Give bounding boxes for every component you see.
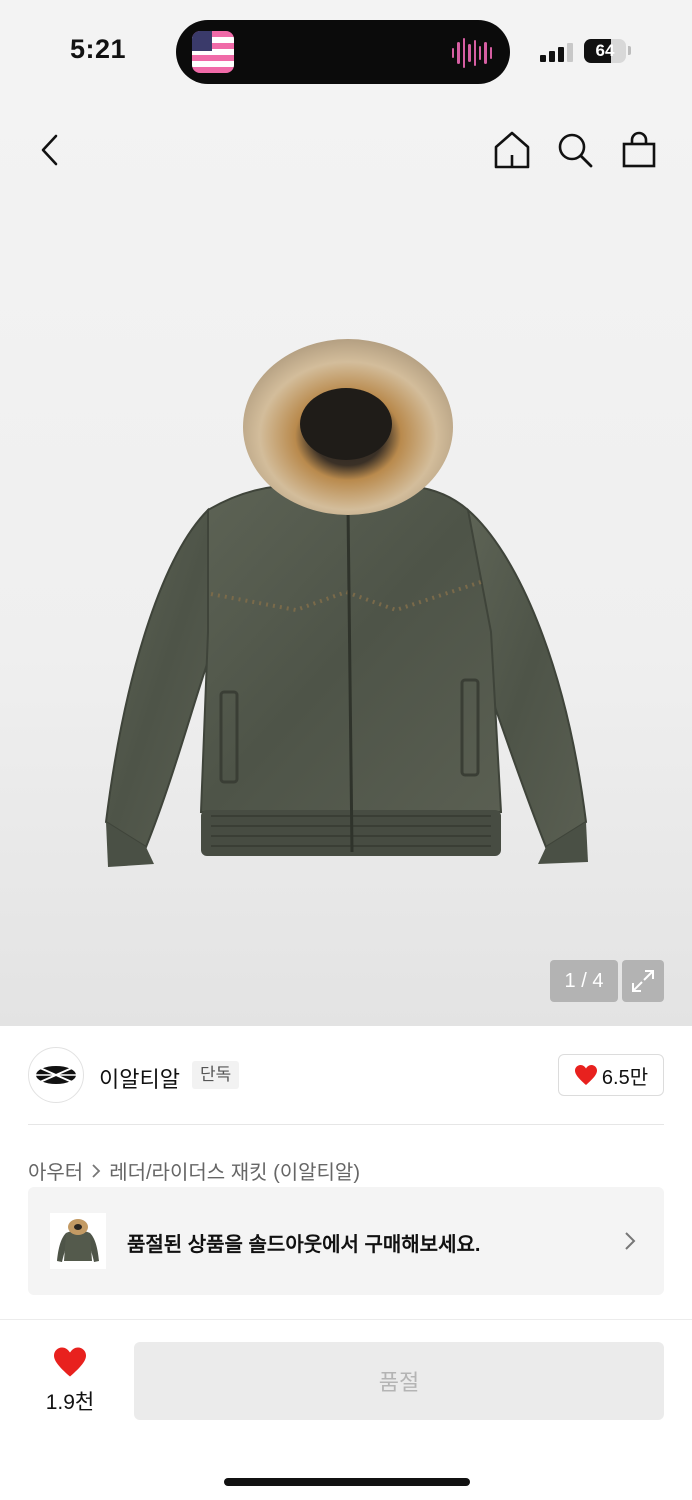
- cellular-signal-icon: [540, 42, 574, 62]
- back-button[interactable]: [26, 126, 74, 174]
- brand-logo-icon: [36, 1066, 76, 1084]
- wishlist-button[interactable]: 1.9천: [30, 1346, 110, 1416]
- image-counter: 1 / 4: [550, 960, 618, 1002]
- soldout-thumbnail: [50, 1213, 106, 1269]
- status-time: 5:21: [70, 34, 127, 64]
- product-gallery[interactable]: 1 / 4: [0, 100, 692, 1026]
- home-icon: [494, 131, 530, 169]
- heart-icon: [54, 1347, 86, 1377]
- status-bar: 5:21 64: [0, 0, 692, 100]
- home-indicator[interactable]: [224, 1478, 470, 1486]
- brand-like-button[interactable]: 6.5만: [558, 1054, 664, 1096]
- expand-icon: [632, 970, 654, 992]
- expand-image-button[interactable]: [622, 960, 664, 1002]
- bottom-action-bar: 1.9천 품절: [0, 1319, 692, 1500]
- home-button[interactable]: [488, 126, 536, 174]
- shopping-bag-button[interactable]: [615, 126, 663, 174]
- breadcrumb-subcategory[interactable]: 레더/라이더스 재킷 (이알티알): [109, 1156, 360, 1185]
- brand-logo[interactable]: [28, 1047, 84, 1103]
- soldout-message: 품절된 상품을 솔드아웃에서 구매해보세요.: [127, 1234, 481, 1256]
- divider: [28, 1124, 664, 1125]
- search-button[interactable]: [551, 126, 599, 174]
- heart-icon: [574, 1065, 597, 1085]
- search-icon: [558, 133, 593, 168]
- shopping-bag-icon: [622, 131, 656, 168]
- brand-name[interactable]: 이알티알: [99, 1062, 180, 1094]
- chevron-right-icon: [92, 1163, 101, 1178]
- battery-percent: 64: [595, 41, 615, 60]
- exclusive-badge: 단독: [192, 1061, 240, 1089]
- breadcrumb: 아우터 레더/라이더스 재킷 (이알티알): [28, 1156, 360, 1185]
- audio-wave-icon: [452, 38, 492, 68]
- soldout-banner[interactable]: 품절된 상품을 솔드아웃에서 구매해보세요.: [28, 1187, 664, 1295]
- brand-like-count: 6.5만: [601, 1066, 649, 1089]
- breadcrumb-category[interactable]: 아우터: [28, 1156, 83, 1185]
- product-image[interactable]: [96, 332, 596, 880]
- dynamic-island[interactable]: [176, 20, 510, 84]
- soldout-buy-button[interactable]: 품절: [134, 1342, 664, 1420]
- battery-icon: 64: [584, 39, 626, 63]
- chevron-right-icon: [625, 1232, 636, 1250]
- music-flag-app-icon: [192, 31, 234, 73]
- brand-row: 이알티알 단독 6.5만: [0, 1026, 692, 1126]
- back-arrow-icon: [41, 134, 58, 166]
- battery-tip: [628, 46, 631, 55]
- wishlist-count: 1.9천: [45, 1391, 95, 1414]
